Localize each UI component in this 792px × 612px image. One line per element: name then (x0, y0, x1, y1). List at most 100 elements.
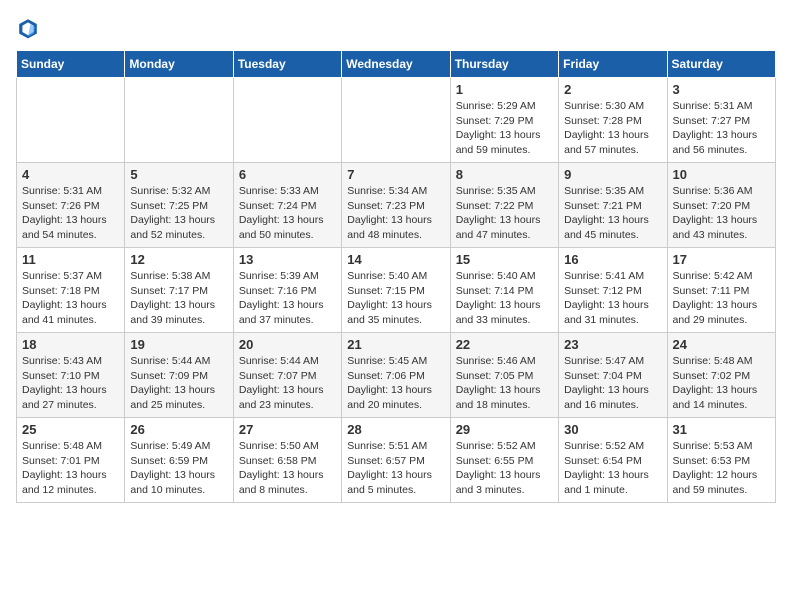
calendar-cell: 18Sunrise: 5:43 AM Sunset: 7:10 PM Dayli… (17, 333, 125, 418)
day-detail: Sunrise: 5:33 AM Sunset: 7:24 PM Dayligh… (239, 184, 336, 243)
day-number: 21 (347, 337, 444, 352)
day-number: 13 (239, 252, 336, 267)
calendar-cell: 10Sunrise: 5:36 AM Sunset: 7:20 PM Dayli… (667, 163, 775, 248)
calendar-cell: 3 Sunrise: 5:31 AM Sunset: 7:27 PM Daylig… (667, 78, 775, 163)
day-detail: Sunrise: 5:42 AM Sunset: 7:11 PM Dayligh… (673, 269, 770, 328)
weekday-header-row: SundayMondayTuesdayWednesdayThursdayFrid… (17, 51, 776, 78)
calendar-cell: 6 Sunrise: 5:33 AM Sunset: 7:24 PM Daylig… (233, 163, 341, 248)
calendar-cell: 15 Sunrise: 5:40 AM Sunset: 7:14 PM Dayli… (450, 248, 558, 333)
calendar-cell: 30Sunrise: 5:52 AM Sunset: 6:54 PM Dayli… (559, 418, 667, 503)
calendar-cell: 25 Sunrise: 5:48 AM Sunset: 7:01 PM Dayli… (17, 418, 125, 503)
logo (16, 16, 44, 40)
day-detail: Sunrise: 5:44 AM Sunset: 7:07 PM Dayligh… (239, 354, 336, 413)
day-number: 4 (22, 167, 119, 182)
day-detail: Sunrise: 5:31 AM Sunset: 7:26 PM Dayligh… (22, 184, 119, 243)
calendar-cell: 27 Sunrise: 5:50 AM Sunset: 6:58 PM Dayli… (233, 418, 341, 503)
weekday-header-wednesday: Wednesday (342, 51, 450, 78)
day-detail: Sunrise: 5:50 AM Sunset: 6:58 PM Dayligh… (239, 439, 336, 498)
calendar-cell (233, 78, 341, 163)
weekday-header-monday: Monday (125, 51, 233, 78)
day-detail: Sunrise: 5:38 AM Sunset: 7:17 PM Dayligh… (130, 269, 227, 328)
day-detail: Sunrise: 5:30 AM Sunset: 7:28 PM Dayligh… (564, 99, 661, 158)
day-detail: Sunrise: 5:44 AM Sunset: 7:09 PM Dayligh… (130, 354, 227, 413)
day-detail: Sunrise: 5:35 AM Sunset: 7:22 PM Dayligh… (456, 184, 553, 243)
day-number: 30 (564, 422, 661, 437)
calendar-cell: 16Sunrise: 5:41 AM Sunset: 7:12 PM Dayli… (559, 248, 667, 333)
calendar-cell: 22Sunrise: 5:46 AM Sunset: 7:05 PM Dayli… (450, 333, 558, 418)
calendar-cell (17, 78, 125, 163)
day-detail: Sunrise: 5:29 AM Sunset: 7:29 PM Dayligh… (456, 99, 553, 158)
calendar-table: SundayMondayTuesdayWednesdayThursdayFrid… (16, 50, 776, 503)
calendar-cell: 11 Sunrise: 5:37 AM Sunset: 7:18 PM Dayli… (17, 248, 125, 333)
day-number: 25 (22, 422, 119, 437)
day-detail: Sunrise: 5:52 AM Sunset: 6:55 PM Dayligh… (456, 439, 553, 498)
day-detail: Sunrise: 5:35 AM Sunset: 7:21 PM Dayligh… (564, 184, 661, 243)
calendar-cell: 20 Sunrise: 5:44 AM Sunset: 7:07 PM Dayli… (233, 333, 341, 418)
day-detail: Sunrise: 5:34 AM Sunset: 7:23 PM Dayligh… (347, 184, 444, 243)
calendar-cell: 28 Sunrise: 5:51 AM Sunset: 6:57 PM Dayli… (342, 418, 450, 503)
calendar-cell: 26Sunrise: 5:49 AM Sunset: 6:59 PM Dayli… (125, 418, 233, 503)
calendar-week-row: 1 Sunrise: 5:29 AM Sunset: 7:29 PM Daylig… (17, 78, 776, 163)
calendar-cell (125, 78, 233, 163)
calendar-cell: 17 Sunrise: 5:42 AM Sunset: 7:11 PM Dayli… (667, 248, 775, 333)
day-detail: Sunrise: 5:48 AM Sunset: 7:01 PM Dayligh… (22, 439, 119, 498)
weekday-header-saturday: Saturday (667, 51, 775, 78)
day-detail: Sunrise: 5:51 AM Sunset: 6:57 PM Dayligh… (347, 439, 444, 498)
calendar-cell: 31 Sunrise: 5:53 AM Sunset: 6:53 PM Dayli… (667, 418, 775, 503)
day-number: 6 (239, 167, 336, 182)
day-number: 2 (564, 82, 661, 97)
page-header (16, 16, 776, 40)
day-number: 29 (456, 422, 553, 437)
day-number: 1 (456, 82, 553, 97)
calendar-cell: 24 Sunrise: 5:48 AM Sunset: 7:02 PM Dayli… (667, 333, 775, 418)
calendar-cell: 1 Sunrise: 5:29 AM Sunset: 7:29 PM Daylig… (450, 78, 558, 163)
day-detail: Sunrise: 5:39 AM Sunset: 7:16 PM Dayligh… (239, 269, 336, 328)
weekday-header-thursday: Thursday (450, 51, 558, 78)
day-number: 17 (673, 252, 770, 267)
day-detail: Sunrise: 5:45 AM Sunset: 7:06 PM Dayligh… (347, 354, 444, 413)
calendar-cell: 21 Sunrise: 5:45 AM Sunset: 7:06 PM Dayli… (342, 333, 450, 418)
day-detail: Sunrise: 5:46 AM Sunset: 7:05 PM Dayligh… (456, 354, 553, 413)
weekday-header-sunday: Sunday (17, 51, 125, 78)
day-detail: Sunrise: 5:40 AM Sunset: 7:15 PM Dayligh… (347, 269, 444, 328)
day-number: 15 (456, 252, 553, 267)
day-number: 19 (130, 337, 227, 352)
day-number: 23 (564, 337, 661, 352)
calendar-cell: 4 Sunrise: 5:31 AM Sunset: 7:26 PM Daylig… (17, 163, 125, 248)
day-number: 5 (130, 167, 227, 182)
day-detail: Sunrise: 5:41 AM Sunset: 7:12 PM Dayligh… (564, 269, 661, 328)
calendar-cell: 23 Sunrise: 5:47 AM Sunset: 7:04 PM Dayli… (559, 333, 667, 418)
weekday-header-tuesday: Tuesday (233, 51, 341, 78)
day-number: 20 (239, 337, 336, 352)
calendar-cell: 13 Sunrise: 5:39 AM Sunset: 7:16 PM Dayli… (233, 248, 341, 333)
day-number: 24 (673, 337, 770, 352)
day-number: 18 (22, 337, 119, 352)
calendar-cell: 2 Sunrise: 5:30 AM Sunset: 7:28 PM Daylig… (559, 78, 667, 163)
calendar-cell: 9Sunrise: 5:35 AM Sunset: 7:21 PM Daylig… (559, 163, 667, 248)
calendar-cell: 8 Sunrise: 5:35 AM Sunset: 7:22 PM Daylig… (450, 163, 558, 248)
day-detail: Sunrise: 5:40 AM Sunset: 7:14 PM Dayligh… (456, 269, 553, 328)
day-number: 3 (673, 82, 770, 97)
calendar-cell: 7 Sunrise: 5:34 AM Sunset: 7:23 PM Daylig… (342, 163, 450, 248)
weekday-header-friday: Friday (559, 51, 667, 78)
calendar-cell: 29 Sunrise: 5:52 AM Sunset: 6:55 PM Dayli… (450, 418, 558, 503)
day-number: 26 (130, 422, 227, 437)
day-number: 28 (347, 422, 444, 437)
day-number: 31 (673, 422, 770, 437)
day-number: 8 (456, 167, 553, 182)
day-number: 11 (22, 252, 119, 267)
day-detail: Sunrise: 5:37 AM Sunset: 7:18 PM Dayligh… (22, 269, 119, 328)
day-detail: Sunrise: 5:53 AM Sunset: 6:53 PM Dayligh… (673, 439, 770, 498)
day-number: 12 (130, 252, 227, 267)
day-number: 27 (239, 422, 336, 437)
calendar-cell: 19 Sunrise: 5:44 AM Sunset: 7:09 PM Dayli… (125, 333, 233, 418)
day-detail: Sunrise: 5:31 AM Sunset: 7:27 PM Dayligh… (673, 99, 770, 158)
day-detail: Sunrise: 5:47 AM Sunset: 7:04 PM Dayligh… (564, 354, 661, 413)
day-number: 7 (347, 167, 444, 182)
day-detail: Sunrise: 5:48 AM Sunset: 7:02 PM Dayligh… (673, 354, 770, 413)
logo-icon (16, 16, 40, 40)
calendar-cell: 12 Sunrise: 5:38 AM Sunset: 7:17 PM Dayli… (125, 248, 233, 333)
calendar-cell: 14Sunrise: 5:40 AM Sunset: 7:15 PM Dayli… (342, 248, 450, 333)
calendar-week-row: 4 Sunrise: 5:31 AM Sunset: 7:26 PM Daylig… (17, 163, 776, 248)
calendar-cell: 5Sunrise: 5:32 AM Sunset: 7:25 PM Daylig… (125, 163, 233, 248)
